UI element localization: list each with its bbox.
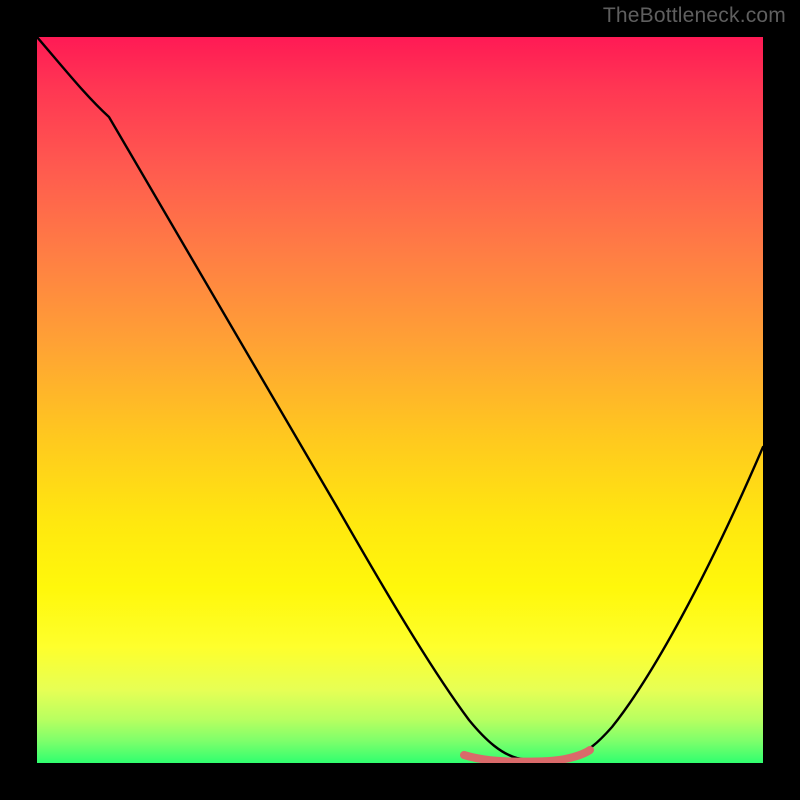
curve-layer <box>37 37 763 763</box>
watermark-text: TheBottleneck.com <box>603 4 786 28</box>
chart-frame: TheBottleneck.com <box>0 0 800 800</box>
highlight-segment-path <box>464 750 590 762</box>
plot-area <box>37 37 763 763</box>
main-curve-path <box>37 37 763 761</box>
